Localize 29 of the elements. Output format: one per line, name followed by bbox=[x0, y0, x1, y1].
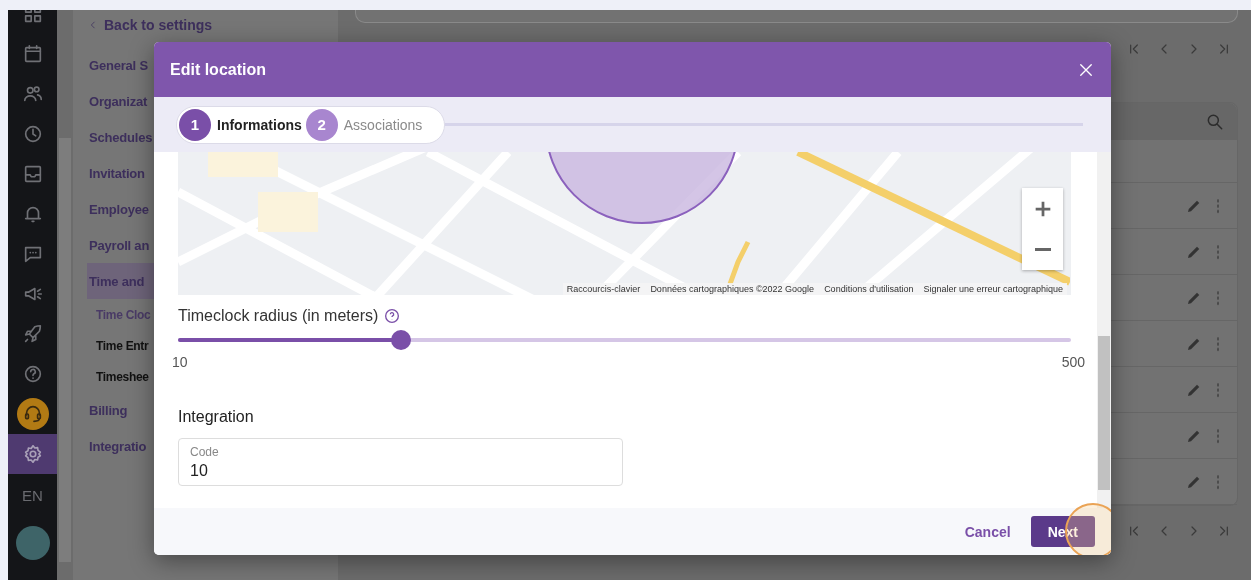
map-attribution-link[interactable]: Données cartographiques ©2022 Google bbox=[650, 284, 815, 294]
scrollbar[interactable] bbox=[57, 10, 73, 580]
slider-label: Timeclock radius (in meters) bbox=[178, 307, 379, 325]
user-avatar[interactable] bbox=[15, 526, 50, 560]
map-attribution-link[interactable]: Conditions d'utilisation bbox=[824, 284, 914, 294]
zoom-in-button[interactable] bbox=[1022, 188, 1063, 229]
radius-slider[interactable] bbox=[178, 330, 1071, 350]
dialog-title: Edit location bbox=[170, 60, 266, 79]
step-number: 2 bbox=[305, 108, 338, 141]
scrollbar[interactable] bbox=[1097, 152, 1111, 508]
chevron-left-icon bbox=[88, 18, 98, 32]
step-label: Informations bbox=[217, 116, 302, 133]
map-attribution-link[interactable]: Raccourcis-clavier bbox=[566, 284, 641, 294]
cancel-button[interactable]: Cancel bbox=[964, 516, 1011, 547]
slider-min-label: 10 bbox=[172, 354, 188, 370]
rail-item[interactable] bbox=[8, 434, 57, 474]
step-label: Associations bbox=[343, 116, 423, 133]
minus-icon bbox=[1034, 248, 1051, 251]
zoom-out-button[interactable] bbox=[1022, 229, 1063, 270]
map-attribution-link[interactable]: Signaler une erreur cartographique bbox=[923, 284, 1063, 294]
language-label: EN bbox=[21, 485, 44, 506]
section-heading: Integration bbox=[178, 408, 255, 426]
slider-max-label: 500 bbox=[1061, 354, 1085, 370]
field-label: Code bbox=[190, 444, 219, 459]
slider-thumb[interactable] bbox=[391, 330, 412, 350]
help-icon[interactable] bbox=[384, 308, 401, 324]
step-number: 1 bbox=[179, 108, 211, 141]
field-value: 10 bbox=[190, 461, 208, 480]
code-field[interactable]: Code 10 bbox=[178, 438, 623, 486]
